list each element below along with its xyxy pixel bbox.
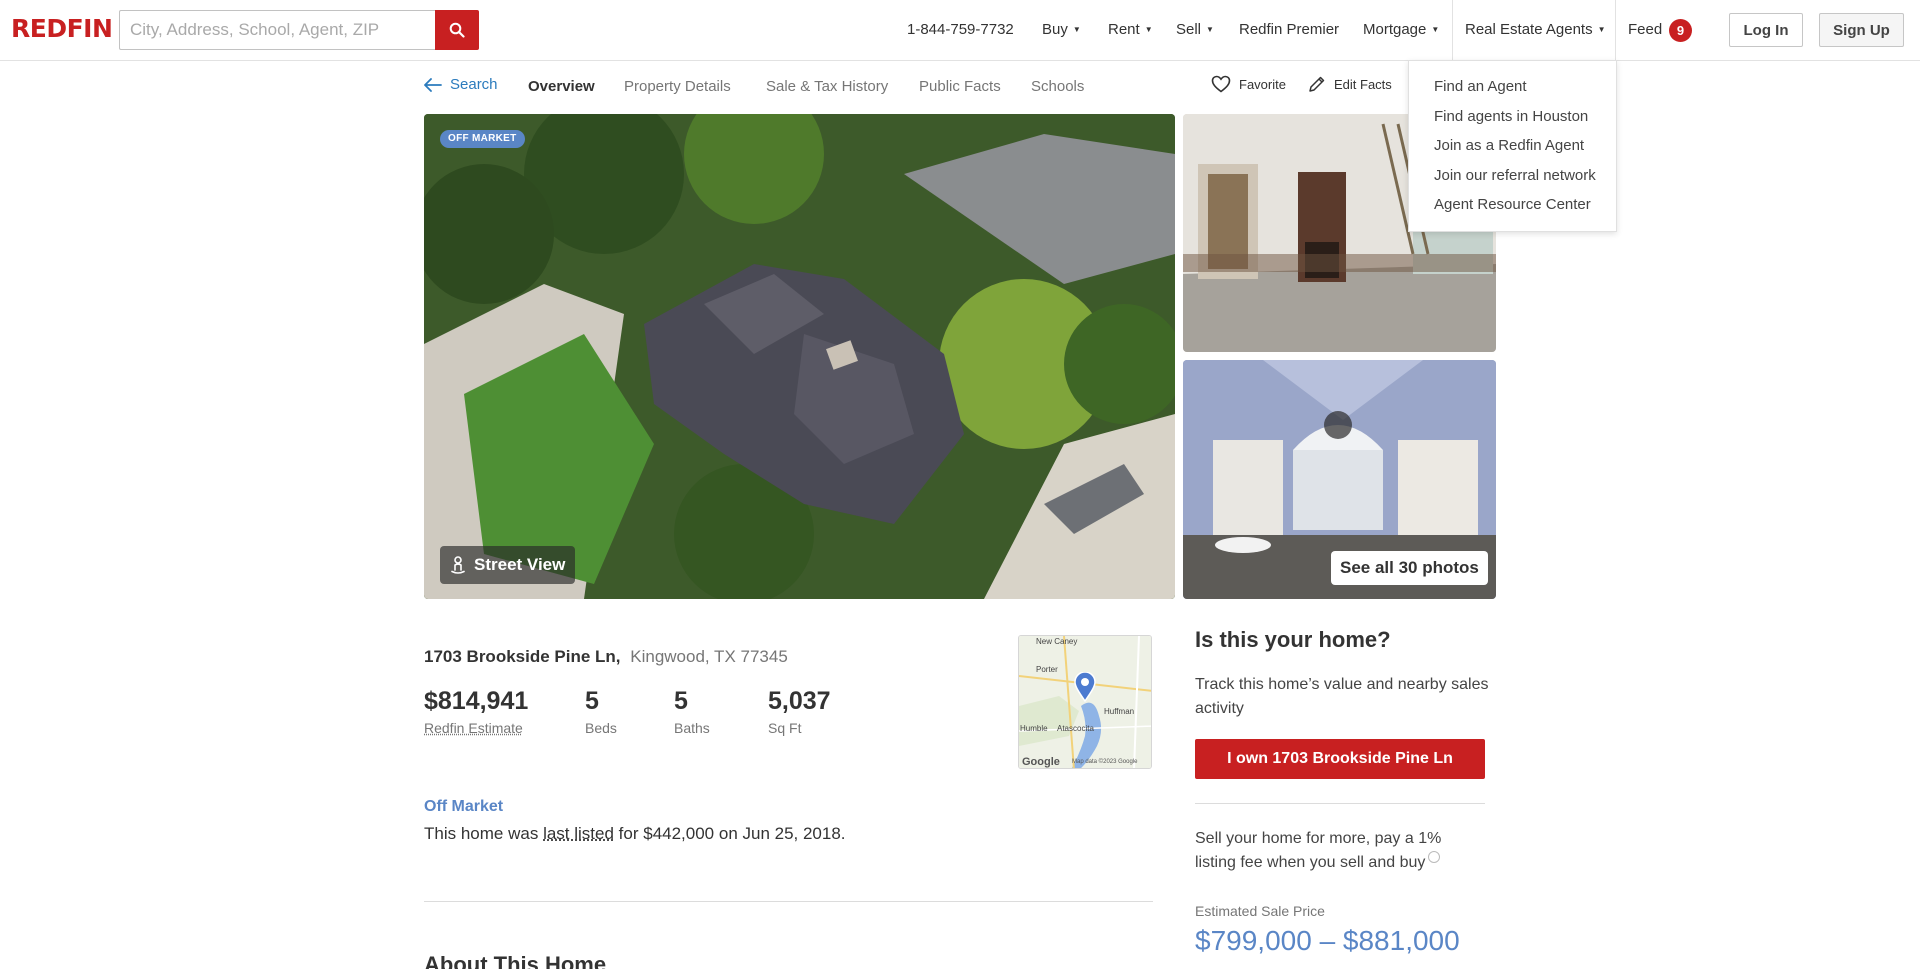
map-attribution: Map data ©2023 Google: [1072, 759, 1137, 765]
login-button[interactable]: Log In: [1729, 13, 1803, 47]
signup-button[interactable]: Sign Up: [1819, 13, 1904, 47]
nav-redfin-premier[interactable]: Redfin Premier: [1239, 21, 1339, 38]
address-city: Kingwood, TX 77345: [630, 647, 788, 666]
heart-icon: [1211, 75, 1231, 93]
street-view-label: Street View: [474, 555, 565, 575]
nav-sell-label: Sell: [1176, 21, 1201, 38]
agents-dropdown-menu: Find an Agent Find agents in Houston Joi…: [1408, 60, 1617, 232]
menu-item-join-redfin-agent[interactable]: Join as a Redfin Agent: [1434, 137, 1584, 154]
search-icon: [449, 22, 465, 38]
tab-property-details[interactable]: Property Details: [624, 78, 731, 95]
sell-pitch-label: Sell your home for more, pay a 1% listin…: [1195, 830, 1441, 871]
main-aerial-photo[interactable]: OFF MARKET Street View: [424, 114, 1175, 599]
about-this-home-heading: About This Home: [424, 952, 606, 969]
aerial-house-image: [424, 114, 1175, 599]
panel-divider: [1195, 803, 1485, 804]
google-logo: Google: [1022, 756, 1060, 768]
map-label-new-caney: New Caney: [1036, 637, 1077, 646]
tab-public-facts[interactable]: Public Facts: [919, 78, 1001, 95]
is-this-your-home-heading: Is this your home?: [1195, 627, 1391, 653]
estimated-sale-price-label: Estimated Sale Price: [1195, 903, 1325, 919]
nav-real-estate-agents[interactable]: Real Estate Agents ▼: [1465, 21, 1606, 38]
last-listed-link[interactable]: last listed: [543, 824, 614, 843]
tab-schools[interactable]: Schools: [1031, 78, 1084, 95]
menu-item-find-agent[interactable]: Find an Agent: [1434, 78, 1527, 95]
map-pin-icon: [1074, 672, 1096, 702]
tab-sale-tax-history[interactable]: Sale & Tax History: [766, 78, 888, 95]
edit-facts-button[interactable]: Edit Facts: [1308, 75, 1392, 93]
search-button[interactable]: [435, 10, 479, 50]
nav-feed[interactable]: Feed: [1628, 21, 1662, 38]
nav-buy[interactable]: Buy ▼: [1042, 21, 1081, 38]
top-header: REDFIN 1-844-759-7732 Buy ▼ Rent ▼ Sell ▼ R…: [0, 0, 1920, 61]
menu-item-join-referral-network[interactable]: Join our referral network: [1434, 167, 1596, 184]
nav-rent[interactable]: Rent ▼: [1108, 21, 1153, 38]
last-listed-text: This home was last listed for $442,000 o…: [424, 824, 846, 844]
see-all-photos-button[interactable]: See all 30 photos: [1331, 551, 1488, 585]
sqft-value: 5,037: [768, 687, 831, 716]
price-stat: $814,941 Redfin Estimate: [424, 687, 528, 736]
section-divider: [424, 901, 1153, 902]
menu-item-find-agents-houston[interactable]: Find agents in Houston: [1434, 108, 1588, 125]
beds-value: 5: [585, 687, 617, 716]
edit-facts-label: Edit Facts: [1334, 77, 1392, 92]
back-to-search[interactable]: Search: [424, 76, 498, 93]
property-address: 1703 Brookside Pine Ln, Kingwood, TX 773…: [424, 647, 788, 667]
redfin-logo[interactable]: REDFIN: [11, 14, 112, 43]
search-input[interactable]: [120, 11, 435, 49]
map-label-humble: Humble: [1020, 724, 1048, 733]
nav-sell[interactable]: Sell ▼: [1176, 21, 1214, 38]
map-image: [1019, 636, 1152, 769]
interior-photo-bathroom[interactable]: See all 30 photos: [1183, 360, 1496, 599]
price-value: $814,941: [424, 687, 528, 716]
map-label-atascocita: Atascocita: [1057, 724, 1094, 733]
nav-rent-label: Rent: [1108, 21, 1140, 38]
caret-down-icon: ▼: [1145, 25, 1153, 34]
street-view-person-icon: [450, 556, 466, 574]
nav-mortgage[interactable]: Mortgage ▼: [1363, 21, 1439, 38]
favorite-button[interactable]: Favorite: [1211, 75, 1286, 93]
pencil-icon: [1308, 75, 1326, 93]
info-icon[interactable]: [1428, 851, 1440, 863]
off-market-status: Off Market: [424, 798, 503, 816]
off-market-badge: OFF MARKET: [440, 130, 525, 148]
search-field: [119, 10, 435, 50]
sqft-stat: 5,037 Sq Ft: [768, 687, 831, 736]
caret-down-icon: ▼: [1598, 25, 1606, 34]
beds-stat: 5 Beds: [585, 687, 617, 736]
nav-agents-label: Real Estate Agents: [1465, 21, 1593, 38]
sqft-label: Sq Ft: [768, 720, 831, 736]
sell-pitch-text: Sell your home for more, pay a 1% listin…: [1195, 827, 1485, 875]
nav-buy-label: Buy: [1042, 21, 1068, 38]
arrow-left-icon: [424, 78, 442, 92]
i-own-this-home-button[interactable]: I own 1703 Brookside Pine Ln: [1195, 739, 1485, 779]
map-label-huffman: Huffman: [1104, 707, 1134, 716]
redfin-estimate-link[interactable]: Redfin Estimate: [424, 720, 528, 736]
street-view-button[interactable]: Street View: [440, 546, 575, 584]
mini-map[interactable]: New Caney Porter Huffman Humble Atascoci…: [1018, 635, 1152, 769]
search-link-label: Search: [450, 76, 498, 93]
caret-down-icon: ▼: [1206, 25, 1214, 34]
nav-mortgage-label: Mortgage: [1363, 21, 1426, 38]
tab-overview[interactable]: Overview: [528, 78, 595, 95]
listed-prefix: This home was: [424, 824, 538, 843]
caret-down-icon: ▼: [1073, 25, 1081, 34]
phone-number[interactable]: 1-844-759-7732: [907, 21, 1014, 38]
baths-value: 5: [674, 687, 710, 716]
listed-suffix: for $442,000 on Jun 25, 2018.: [619, 824, 846, 843]
address-street: 1703 Brookside Pine Ln,: [424, 647, 621, 666]
map-label-porter: Porter: [1036, 665, 1058, 674]
caret-down-icon: ▼: [1431, 25, 1439, 34]
baths-label: Baths: [674, 720, 710, 736]
track-value-text: Track this home’s value and nearby sales…: [1195, 673, 1495, 721]
favorite-label: Favorite: [1239, 77, 1286, 92]
menu-item-agent-resource-center[interactable]: Agent Resource Center: [1434, 196, 1591, 213]
estimated-sale-price-range: $799,000 – $881,000: [1195, 925, 1460, 957]
feed-count-badge[interactable]: 9: [1669, 19, 1692, 42]
baths-stat: 5 Baths: [674, 687, 710, 736]
beds-label: Beds: [585, 720, 617, 736]
